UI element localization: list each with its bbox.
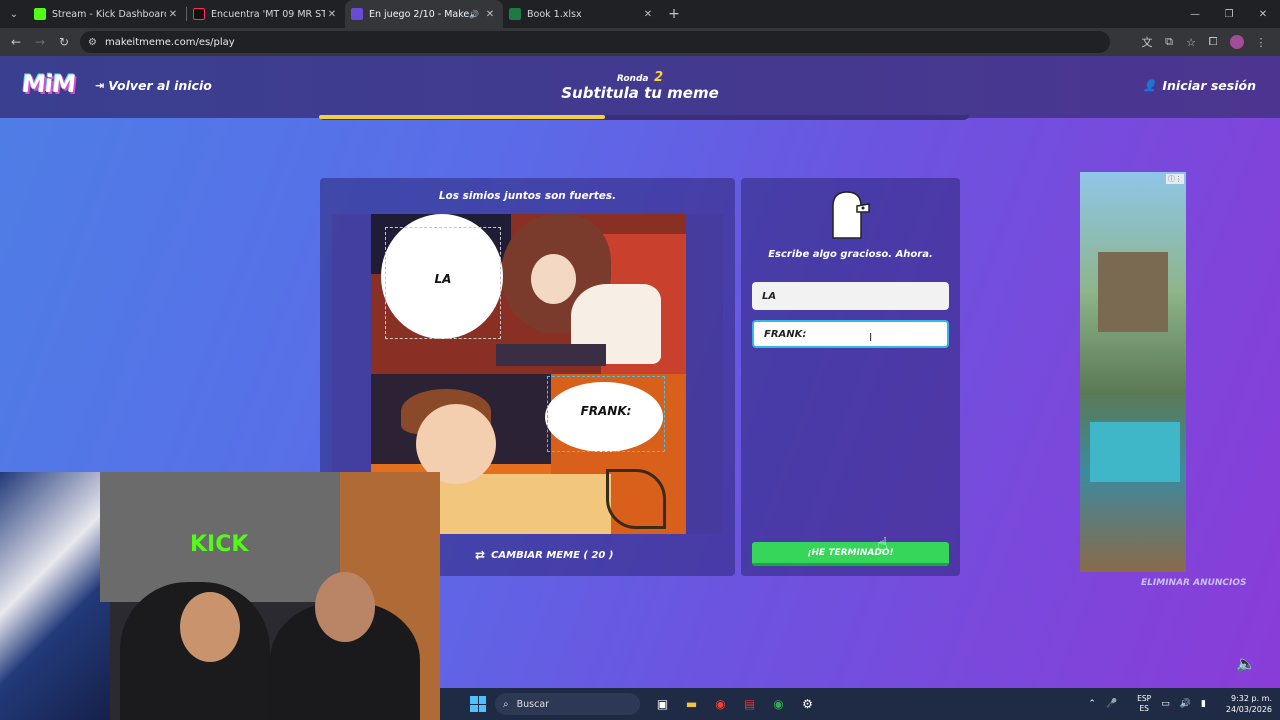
- caption-editor-panel: Escribe algo gracioso. Ahora. I ¡HE TERM…: [741, 178, 960, 576]
- tab-strip: ⌄ Stream - Kick Dashboard ✕ Encuentra 'M…: [0, 0, 1280, 28]
- system-tray: ⌃ 🎤 ESP ES ▭ 🔊 ▮ 9:32 p. m. 24/03/2026: [1078, 688, 1272, 720]
- back-icon[interactable]: ←: [4, 35, 28, 49]
- prompt-text: Escribe algo gracioso. Ahora.: [768, 249, 933, 260]
- caption-input-1[interactable]: [752, 282, 949, 310]
- round-title: Subtitula tu meme: [561, 84, 719, 102]
- chrome-active-icon[interactable]: ◉: [764, 692, 793, 716]
- extensions-icon[interactable]: ⧠: [1202, 35, 1224, 49]
- close-tab-icon[interactable]: ✕: [166, 9, 180, 20]
- tab-title: Stream - Kick Dashboard: [52, 8, 166, 20]
- network-icon[interactable]: ▭: [1161, 699, 1170, 709]
- tab-book-xlsx[interactable]: Book 1.xlsx ✕: [503, 0, 661, 28]
- site-info-icon[interactable]: ⚙: [88, 37, 97, 48]
- audio-playing-icon[interactable]: 🔊: [469, 10, 479, 19]
- kick-favicon-icon: [34, 8, 46, 20]
- login-link[interactable]: 👤 Iniciar sesión: [1143, 78, 1256, 93]
- round-progress-fill: [319, 115, 605, 119]
- taskbar-search-placeholder: Buscar: [516, 698, 550, 710]
- meme-template-title: Los simios juntos son fuertes.: [438, 190, 617, 202]
- minimize-icon[interactable]: —: [1178, 0, 1212, 28]
- round-label: Ronda: [616, 74, 649, 84]
- webcam-overlay: KICK: [0, 472, 440, 720]
- ad-choices-icon[interactable]: ⓘ⋮: [1166, 174, 1184, 184]
- browser-toolbar: ← → ↻ ⚙ makeitmeme.com/es/play 文 ⧉ ☆ ⧠ ⋮: [0, 28, 1280, 56]
- reload-icon[interactable]: ↻: [52, 35, 76, 49]
- round-indicator: Ronda 2: [0, 66, 1280, 85]
- clock-time: 9:32 p. m.: [1230, 694, 1272, 703]
- translate-icon[interactable]: 文: [1136, 34, 1158, 50]
- change-meme-label: CAMBIAR MEME ( 20 ): [491, 549, 614, 561]
- close-tab-icon[interactable]: ✕: [483, 9, 497, 20]
- tab-list-icon[interactable]: ⌄: [0, 0, 28, 28]
- task-view-icon[interactable]: ▣: [648, 692, 677, 716]
- done-button[interactable]: ¡HE TERMINADO!: [752, 542, 949, 566]
- excel-favicon-icon: [509, 8, 521, 20]
- app-icon[interactable]: ▤: [735, 692, 764, 716]
- search-icon: ⌕: [503, 698, 509, 710]
- mascot-icon: [832, 191, 870, 239]
- settings-icon[interactable]: ⚙: [793, 692, 822, 716]
- close-window-icon[interactable]: ✕: [1246, 0, 1280, 28]
- caption-input-2[interactable]: [752, 320, 949, 348]
- text-cursor-icon: I: [869, 331, 873, 344]
- window-controls: — ❐ ✕: [1178, 0, 1280, 28]
- change-meme-button[interactable]: ⇄ CAMBIAR MEME ( 20 ): [475, 548, 613, 562]
- tab-tiktok[interactable]: Encuentra 'MT 09 MR STIVEN L ✕: [187, 0, 345, 28]
- url-text: makeitmeme.com/es/play: [104, 36, 235, 48]
- language-indicator[interactable]: ESP ES: [1127, 694, 1151, 714]
- volume-icon[interactable]: 🔊: [1180, 699, 1191, 709]
- bubble-2-text: FRANK:: [580, 404, 632, 418]
- menu-icon[interactable]: ⋮: [1250, 36, 1272, 49]
- tab-make-it-meme[interactable]: En juego 2/10 - Make it Me 🔊 ✕: [345, 0, 503, 28]
- pointer-hand-icon: ☝: [877, 534, 888, 555]
- lang-top: ESP: [1137, 694, 1152, 703]
- taskbar-search[interactable]: ⌕ Buscar: [495, 693, 640, 715]
- lang-bottom: ES: [1139, 704, 1149, 713]
- install-icon[interactable]: ⧉: [1158, 35, 1180, 49]
- file-explorer-icon[interactable]: ▬: [677, 692, 706, 716]
- battery-icon[interactable]: ▮: [1201, 699, 1206, 709]
- kick-logo: KICK: [190, 532, 249, 557]
- ad-banner[interactable]: ⓘ⋮: [1080, 172, 1186, 572]
- tray-chevron-icon[interactable]: ⌃: [1088, 699, 1096, 709]
- bubble-1-text: LA: [434, 272, 452, 286]
- taskbar-apps: ▣ ▬ ◉ ▤ ◉ ⚙: [648, 692, 822, 716]
- tab-title: Encuentra 'MT 09 MR STIVEN L: [211, 8, 325, 20]
- restore-icon[interactable]: ❐: [1212, 0, 1246, 28]
- tab-kick-dashboard[interactable]: Stream - Kick Dashboard ✕: [28, 0, 186, 28]
- windows-taskbar: ⌕ Buscar ▣ ▬ ◉ ▤ ◉ ⚙ ⌃ 🎤 ESP ES ▭ 🔊 ▮ 9:…: [440, 688, 1280, 720]
- remove-ads-link[interactable]: ELIMINAR ANUNCIOS: [1141, 578, 1247, 588]
- microphone-icon[interactable]: 🎤: [1106, 699, 1117, 709]
- new-tab-icon[interactable]: +: [661, 6, 687, 22]
- round-number: 2: [654, 70, 664, 85]
- tab-title: En juego 2/10 - Make it Me: [369, 8, 470, 20]
- chrome-icon[interactable]: ◉: [706, 692, 735, 716]
- tab-title: Book 1.xlsx: [527, 8, 582, 20]
- profile-icon[interactable]: [1230, 35, 1244, 49]
- forward-icon[interactable]: →: [28, 35, 52, 49]
- round-progress-bar: [319, 115, 969, 120]
- close-tab-icon[interactable]: ✕: [325, 9, 339, 20]
- star-icon[interactable]: ☆: [1180, 36, 1202, 49]
- clock[interactable]: 9:32 p. m. 24/03/2026: [1216, 693, 1272, 715]
- windows-start-icon[interactable]: [470, 696, 486, 712]
- speaker-icon[interactable]: 🔈: [1236, 654, 1256, 673]
- clock-date: 24/03/2026: [1225, 705, 1272, 714]
- toolbar-actions: 文 ⧉ ☆ ⧠ ⋮: [1136, 28, 1272, 56]
- tiktok-favicon-icon: [193, 8, 205, 20]
- game-header: MiM ⇥ Volver al inicio Ronda 2 Subtitula…: [0, 56, 1280, 118]
- login-label: Iniciar sesión: [1162, 78, 1256, 93]
- address-bar[interactable]: ⚙ makeitmeme.com/es/play: [80, 31, 1110, 53]
- mim-favicon-icon: [351, 8, 363, 20]
- user-icon: 👤: [1142, 79, 1157, 92]
- swap-icon: ⇄: [475, 548, 486, 562]
- close-tab-icon[interactable]: ✕: [641, 9, 655, 20]
